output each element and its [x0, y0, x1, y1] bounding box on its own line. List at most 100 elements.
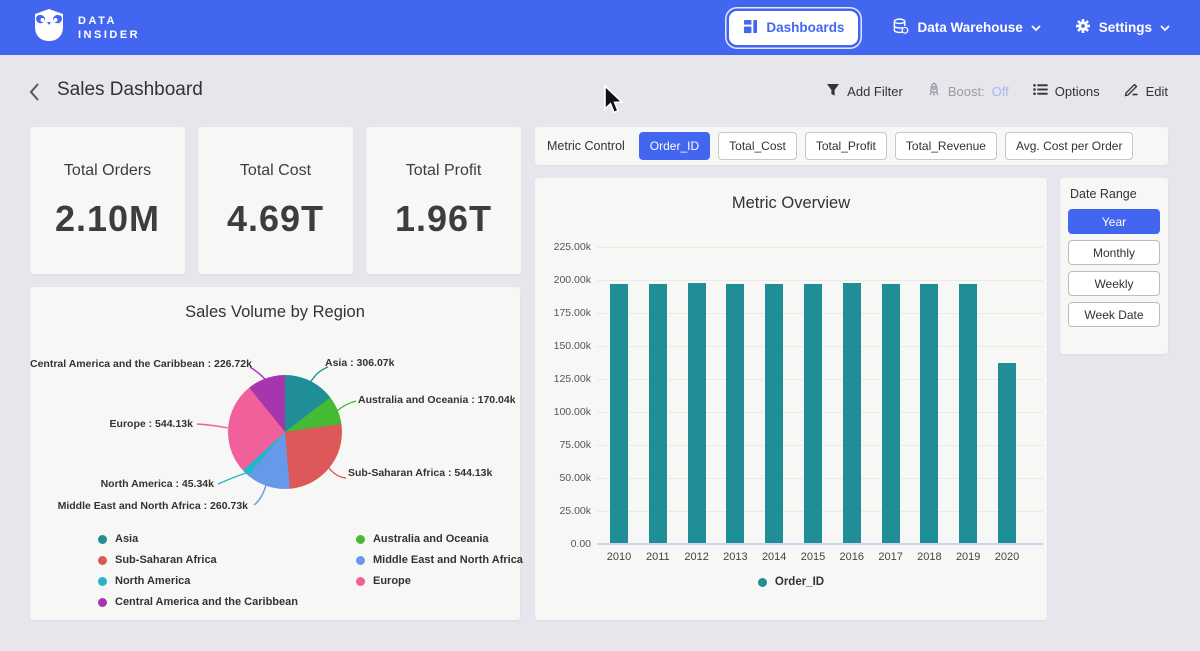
metric-overview-card: Metric Overview 0.0025.00k50.00k75.00k10…	[535, 178, 1047, 620]
metric-control-bar: Metric Control Order_ID Total_Cost Total…	[535, 127, 1168, 165]
dashboards-grid-icon	[743, 19, 758, 37]
gridline	[597, 280, 1043, 281]
bar-2016[interactable]	[843, 283, 861, 543]
pie-label-australia-oceania: Australia and Oceania : 170.04k	[358, 394, 516, 406]
owl-logo-icon	[30, 6, 68, 49]
bar-2010[interactable]	[610, 284, 628, 543]
bar-chart-plot: 0.0025.00k50.00k75.00k100.00k125.00k150.…	[597, 238, 1043, 545]
kpi-label: Total Profit	[406, 162, 482, 180]
bar-2019[interactable]	[959, 284, 977, 543]
filter-funnel-icon	[826, 83, 840, 100]
x-axis-tick: 2011	[638, 551, 678, 563]
kpi-value: 2.10M	[55, 198, 160, 240]
nav-menu: Dashboards Data Warehouse	[729, 11, 1170, 45]
bar-2015[interactable]	[804, 284, 822, 543]
date-range-week-date-button[interactable]: Week Date	[1068, 302, 1160, 327]
date-range-weekly-button[interactable]: Weekly	[1068, 271, 1160, 296]
y-axis-tick: 0.00	[531, 538, 591, 550]
brand-text: DATA INSIDER	[78, 14, 140, 42]
legend-dot	[98, 598, 107, 607]
dashboards-button[interactable]: Dashboards	[729, 11, 858, 45]
gear-icon	[1075, 18, 1091, 37]
legend-label: Order_ID	[775, 576, 824, 588]
metric-button-avg-cost-per-order[interactable]: Avg. Cost per Order	[1005, 132, 1134, 160]
pie-label-sub-saharan-africa: Sub-Saharan Africa : 544.13k	[348, 467, 492, 479]
bar-2013[interactable]	[726, 284, 744, 543]
chevron-down-icon	[1160, 20, 1170, 35]
pie-legend-item: Asia	[98, 533, 298, 545]
x-axis-tick: 2015	[793, 551, 833, 563]
metric-button-total-cost[interactable]: Total_Cost	[718, 132, 797, 160]
pie-chart[interactable]	[228, 375, 342, 489]
mouse-cursor	[603, 85, 625, 120]
date-range-monthly-button[interactable]: Monthly	[1068, 240, 1160, 265]
pie-label-europe: Europe : 544.13k	[30, 418, 193, 430]
kpi-label: Total Orders	[64, 162, 151, 180]
rocket-icon	[927, 82, 941, 100]
boost-toggle[interactable]: Boost: Off	[927, 82, 1009, 100]
edit-button[interactable]: Edit	[1124, 82, 1168, 100]
pie-legend-item: Sub-Saharan Africa	[98, 554, 298, 566]
gridline	[597, 543, 1043, 545]
data-warehouse-menu[interactable]: Data Warehouse	[892, 18, 1040, 38]
legend-dot	[356, 556, 365, 565]
y-axis-tick: 75.00k	[531, 439, 591, 451]
y-axis-tick: 225.00k	[531, 241, 591, 253]
legend-dot	[98, 556, 107, 565]
x-axis-tick: 2017	[871, 551, 911, 563]
x-axis-tick: 2014	[754, 551, 794, 563]
date-range-panel: Date Range Year Monthly Weekly Week Date	[1060, 178, 1168, 354]
y-axis-tick: 125.00k	[531, 373, 591, 385]
y-axis-tick: 25.00k	[531, 505, 591, 517]
bar-chart-legend: Order_ID	[535, 576, 1047, 588]
bar-2014[interactable]	[765, 284, 783, 543]
pie-label-middle-east-north-africa: Middle East and North Africa : 260.73k	[30, 500, 248, 512]
legend-dot	[98, 535, 107, 544]
add-filter-button[interactable]: Add Filter	[826, 83, 903, 100]
pie-label-asia: Asia : 306.07k	[325, 357, 394, 369]
options-list-icon	[1033, 83, 1048, 99]
x-axis-tick: 2020	[987, 551, 1027, 563]
kpi-total-cost: Total Cost 4.69T	[198, 127, 353, 274]
x-axis-tick: 2010	[599, 551, 639, 563]
header-actions: Add Filter Boost: Off	[826, 82, 1168, 100]
y-axis-tick: 200.00k	[531, 274, 591, 286]
top-nav: DATA INSIDER Dashboards	[0, 0, 1200, 55]
sales-dashboard-page: DATA INSIDER Dashboards	[0, 0, 1200, 651]
pie-legend-item: Middle East and North Africa	[356, 554, 523, 566]
kpi-label: Total Cost	[240, 162, 311, 180]
sales-volume-by-region-card: Sales Volume by Region Asia : 306.07k Au…	[30, 287, 520, 620]
back-button[interactable]	[28, 82, 41, 107]
database-icon	[892, 18, 909, 38]
legend-dot	[758, 578, 767, 587]
bar-2018[interactable]	[920, 284, 938, 543]
kpi-total-profit: Total Profit 1.96T	[366, 127, 521, 274]
y-axis-tick: 100.00k	[531, 406, 591, 418]
settings-menu[interactable]: Settings	[1075, 18, 1170, 37]
x-axis-tick: 2013	[715, 551, 755, 563]
bar-chart-title: Metric Overview	[535, 194, 1047, 213]
metric-button-order-id[interactable]: Order_ID	[639, 132, 710, 160]
x-axis-tick: 2016	[832, 551, 872, 563]
kpi-value: 1.96T	[395, 198, 492, 240]
x-axis-tick: 2018	[909, 551, 949, 563]
bar-2012[interactable]	[688, 283, 706, 543]
x-axis-tick: 2019	[948, 551, 988, 563]
date-range-label: Date Range	[1068, 187, 1160, 201]
y-axis-tick: 50.00k	[531, 472, 591, 484]
gridline	[597, 247, 1043, 248]
pie-legend-item: North America	[98, 575, 298, 587]
pie-chart-title: Sales Volume by Region	[30, 303, 520, 322]
bar-2011[interactable]	[649, 284, 667, 543]
chevron-down-icon	[1031, 20, 1041, 35]
pie-legend-item: Australia and Oceania	[356, 533, 523, 545]
options-button[interactable]: Options	[1033, 83, 1100, 99]
metric-button-total-revenue[interactable]: Total_Revenue	[895, 132, 997, 160]
bar-2017[interactable]	[882, 284, 900, 543]
boost-state: Off	[992, 84, 1009, 99]
legend-dot	[356, 535, 365, 544]
metric-button-total-profit[interactable]: Total_Profit	[805, 132, 887, 160]
edit-pencil-icon	[1124, 82, 1139, 100]
bar-2020[interactable]	[998, 363, 1016, 543]
date-range-year-button[interactable]: Year	[1068, 209, 1160, 234]
